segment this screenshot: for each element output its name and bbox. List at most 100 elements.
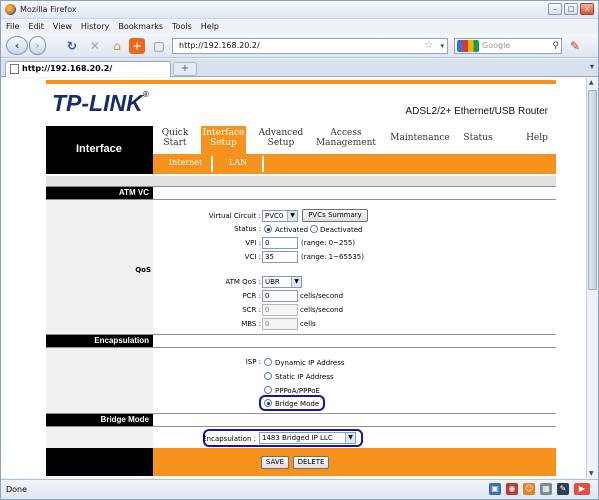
stop-icon[interactable]: ✕ <box>87 38 103 54</box>
scr-label: SCR : <box>242 306 261 314</box>
vci-range: (range: 1~65535) <box>301 253 364 261</box>
menu-bookmarks[interactable]: Bookmarks <box>118 22 163 31</box>
brand-row: TP-LINK® ADSL2/2+ Ethernet/USB Router <box>46 84 556 128</box>
isp-bridge-mode-radio[interactable] <box>264 399 272 407</box>
isp-dynamic-ip-label: Dynamic IP Address <box>275 359 345 367</box>
mbs-unit: cells <box>300 320 316 328</box>
menu-file[interactable]: File <box>6 22 19 31</box>
nav-quick-start-l2: Start <box>163 138 187 148</box>
nav-help[interactable]: Help <box>524 133 550 143</box>
status-text: Done <box>6 485 28 494</box>
menu-help[interactable]: Help <box>201 22 219 31</box>
addon-status-icon-4[interactable]: ▦ <box>540 483 552 495</box>
virtual-circuit-select[interactable]: PVC0 ▼ <box>262 210 298 222</box>
virtual-circuit-label: Virtual Circuit : <box>208 212 261 220</box>
vpi-input[interactable]: 0 <box>262 237 298 249</box>
footer-black <box>46 448 153 476</box>
firefox-logo-icon <box>5 4 16 15</box>
close-button[interactable]: × <box>580 3 594 15</box>
save-button[interactable]: SAVE <box>261 456 289 469</box>
encapsulation-select[interactable]: 1483 Bridged IP LLC ▼ <box>259 432 356 444</box>
subnav-lan[interactable]: LAN <box>229 158 247 167</box>
page-icon[interactable]: ▢ <box>151 38 167 54</box>
search-icon[interactable]: ⚲ <box>552 39 559 53</box>
nav-quick-start[interactable]: Quick Start <box>159 128 191 148</box>
sub-nav: Internet LAN <box>153 154 556 174</box>
nav-access-management[interactable]: Access Management <box>314 128 378 148</box>
status-activated-radio[interactable] <box>264 225 272 233</box>
addon-status-icon-6[interactable]: ▶ <box>574 483 590 495</box>
nav-advanced-setup-l2: Setup <box>267 138 295 148</box>
gray-separator <box>46 176 556 186</box>
isp-dynamic-ip-radio[interactable] <box>264 358 272 366</box>
page-content: TP-LINK® ADSL2/2+ Ethernet/USB Router In… <box>1 78 586 478</box>
pcr-input[interactable]: 0 <box>262 290 298 302</box>
section-atm-vc: ATM VC <box>46 186 556 200</box>
mbs-input[interactable]: 0 <box>262 318 298 330</box>
nav-advanced-setup[interactable]: Advanced Setup <box>256 128 306 148</box>
menu-edit[interactable]: Edit <box>28 22 44 31</box>
title-bar: Mozilla Firefox – □ × <box>1 1 598 19</box>
addon-status-icon-5[interactable]: ✎ <box>557 483 569 495</box>
menu-view[interactable]: View <box>53 22 72 31</box>
addon-red-icon[interactable]: ✎ <box>567 38 583 54</box>
addon-status-icon-2[interactable]: ◉ <box>506 483 518 495</box>
nav-interface-setup-l1: Interface <box>202 128 245 138</box>
url-dropdown-icon[interactable]: ▾ <box>440 39 444 53</box>
chevron-down-icon: ▼ <box>345 433 355 443</box>
scroll-down-icon[interactable]: ▼ <box>589 470 594 477</box>
pvcs-summary-button[interactable]: PVCs Summary <box>302 209 368 222</box>
new-tab-button[interactable]: + <box>173 62 197 76</box>
status-bar: Done ▣ ◉ ☺ ▦ ✎ ▶ <box>1 479 598 499</box>
subnav-separator <box>211 156 213 172</box>
isp-static-ip-radio[interactable] <box>264 372 272 380</box>
footer-orange: SAVE DELETE <box>153 448 556 476</box>
nav-maintenance[interactable]: Maintenance <box>389 133 451 143</box>
nav-quick-start-l1: Quick <box>161 128 189 138</box>
nav-advanced-setup-l1: Advanced <box>258 128 304 138</box>
pcr-unit: cells/second <box>300 292 344 300</box>
nav-status[interactable]: Status <box>459 133 497 143</box>
tab-current[interactable]: http://192.168.20.2/ <box>5 61 171 77</box>
subnav-internet[interactable]: Internet <box>169 158 202 167</box>
search-input[interactable]: Google ⚲ <box>454 38 562 54</box>
chevron-down-icon: ▼ <box>287 211 297 221</box>
maximize-button[interactable]: □ <box>564 3 578 15</box>
navigation-toolbar: ‹ › ↻ ✕ ⌂ + ▢ http://192.168.20.2/ ☆ ▾ G… <box>1 34 598 58</box>
minimize-button[interactable]: – <box>548 3 562 15</box>
scroll-up-icon[interactable]: ▲ <box>589 79 594 86</box>
menu-history[interactable]: History <box>81 22 109 31</box>
status-deactivated-radio[interactable] <box>310 225 318 233</box>
google-logo-icon[interactable] <box>457 40 479 52</box>
home-icon[interactable]: ⌂ <box>109 38 125 54</box>
addon-status-icon-1[interactable]: ▣ <box>489 483 501 495</box>
addon-status-icon-3[interactable]: ☺ <box>523 483 535 495</box>
status-deactivated-label: Deactivated <box>320 226 363 234</box>
isp-pppoa-radio[interactable] <box>264 386 272 394</box>
forward-button[interactable]: › <box>29 36 46 55</box>
encapsulation-label: Encapsulation : <box>202 435 256 443</box>
browser-window: Mozilla Firefox – □ × File Edit View His… <box>0 0 599 500</box>
addon-icon[interactable]: + <box>129 38 145 54</box>
section-encapsulation-label: Encapsulation <box>46 335 153 347</box>
menu-tools[interactable]: Tools <box>172 22 192 31</box>
vertical-scrollbar[interactable]: ▲ ▼ <box>586 78 598 478</box>
back-button[interactable]: ‹ <box>6 36 28 55</box>
scrollbar-thumb[interactable] <box>588 90 597 290</box>
atm-qos-select[interactable]: UBR ▼ <box>262 276 302 288</box>
nav-access-management-l1: Access <box>330 128 362 138</box>
tab-title: http://192.168.20.2/ <box>22 64 113 73</box>
url-bar[interactable]: http://192.168.20.2/ ☆ ▾ <box>172 38 448 54</box>
vci-input[interactable]: 35 <box>262 251 298 263</box>
vpi-label: VPI : <box>245 239 261 247</box>
vci-label: VCI : <box>244 253 261 261</box>
vpi-range: (range: 0~255) <box>301 239 356 247</box>
encapsulation-value: 1483 Bridged IP LLC <box>262 434 333 442</box>
main-nav: Interface Quick Start Interface Setup Adva… <box>46 126 556 174</box>
bookmark-star-icon[interactable]: ☆ <box>424 39 433 53</box>
delete-button[interactable]: DELETE <box>293 456 329 469</box>
router-model: ADSL2/2+ Ethernet/USB Router <box>405 106 548 117</box>
tab-list-icon[interactable]: ▾ <box>590 62 594 71</box>
scr-input[interactable]: 0 <box>262 304 298 316</box>
reload-icon[interactable]: ↻ <box>64 38 80 54</box>
